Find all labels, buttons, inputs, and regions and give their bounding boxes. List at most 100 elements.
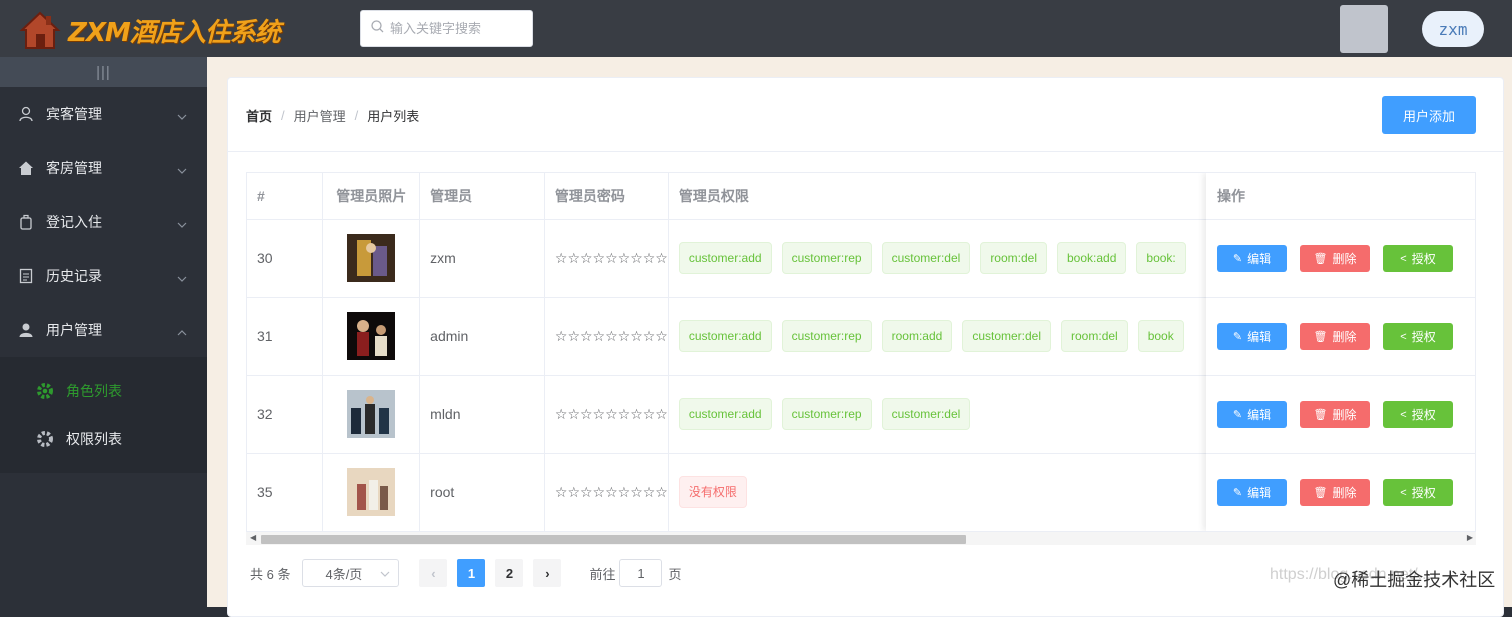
permission-tag: customer:del: [962, 320, 1052, 352]
delete-button[interactable]: 🗑 删除: [1300, 479, 1370, 506]
scroll-right-arrow-icon[interactable]: ▶: [1467, 533, 1473, 542]
ops-row: ✎ 编辑 🗑 删除 < 授权: [1206, 376, 1475, 454]
cell-photo: [322, 453, 421, 532]
trash-icon: 🗑: [1313, 487, 1328, 499]
user-table: # 管理员照片 管理员 管理员密码 管理员权限 30 zxm ☆☆☆☆☆☆☆☆☆…: [246, 172, 1476, 545]
admin-photo: [347, 234, 396, 282]
column-header-name: 管理员: [419, 173, 545, 220]
add-user-button[interactable]: 用户添加: [1382, 96, 1476, 134]
app-logo[interactable]: ZXM酒店入住系统: [18, 6, 281, 54]
delete-button[interactable]: 🗑 删除: [1300, 245, 1370, 272]
permission-tag: room:del: [980, 242, 1047, 274]
no-permission-tag: 没有权限: [678, 476, 747, 508]
permission-tag: customer:del: [881, 398, 971, 430]
share-icon: <: [1400, 330, 1407, 343]
breadcrumb-user-list: 用户列表: [367, 109, 420, 124]
delete-label: 删除: [1332, 408, 1357, 422]
sidebar-item-label: 用户管理: [46, 322, 102, 338]
sidebar-item-checkin[interactable]: 登记入住: [0, 195, 207, 249]
search-box[interactable]: [360, 10, 533, 47]
sidebar-item-label: 登记入住: [46, 214, 102, 230]
prev-page-button[interactable]: ‹: [419, 559, 448, 587]
permission-tag: customer:rep: [781, 398, 872, 430]
permission-tag: room:add: [881, 320, 953, 352]
admin-photo: [347, 468, 396, 516]
column-header-id: #: [247, 173, 324, 220]
admin-photo: [347, 312, 396, 360]
search-input[interactable]: [390, 21, 520, 36]
sidebar-item-label: 宾客管理: [46, 106, 102, 122]
permission-tag: customer:rep: [781, 242, 872, 274]
sidebar-item-user-management[interactable]: 用户管理: [0, 303, 207, 357]
grant-button[interactable]: < 授权: [1383, 245, 1453, 272]
horizontal-scrollbar[interactable]: ◀ ▶: [246, 531, 1476, 545]
breadcrumb-home[interactable]: 首页: [246, 106, 272, 125]
grant-button[interactable]: < 授权: [1383, 479, 1453, 506]
search-icon: [371, 19, 384, 38]
cell-password: ☆☆☆☆☆☆☆☆☆: [544, 219, 669, 298]
page-size-value: 4条/页: [325, 566, 363, 582]
page-button-1[interactable]: 1: [457, 559, 486, 587]
user-name-button[interactable]: zxm: [1422, 11, 1484, 47]
ops-row: ✎ 编辑 🗑 删除 < 授权: [1206, 220, 1475, 298]
sidebar-item-label: 客房管理: [46, 160, 102, 176]
grant-button[interactable]: < 授权: [1383, 401, 1453, 428]
page-size-select[interactable]: 4条/页: [302, 559, 400, 587]
cell-id: 35: [247, 453, 324, 532]
chevron-left-icon: ‹: [431, 565, 436, 581]
avatar[interactable]: [1340, 5, 1388, 53]
user-list-card: 首页 / 用户管理 / 用户列表 用户添加 # 管理员照片 管理员 管理员密码: [227, 77, 1504, 617]
column-header-photo: 管理员照片: [322, 173, 421, 220]
page-button-2[interactable]: 2: [495, 559, 524, 587]
sidebar-item-history[interactable]: 历史记录: [0, 249, 207, 303]
sidebar-item-guest[interactable]: 宾客管理: [0, 87, 207, 141]
house-logo-icon: [18, 8, 62, 52]
ops-row: ✎ 编辑 🗑 删除 < 授权: [1206, 454, 1475, 532]
delete-label: 删除: [1332, 330, 1357, 344]
column-header-ops: 操作: [1206, 173, 1475, 220]
delete-label: 删除: [1332, 252, 1357, 266]
share-icon: <: [1400, 486, 1407, 499]
edit-button[interactable]: ✎ 编辑: [1217, 323, 1287, 350]
sidebar-item-room[interactable]: 客房管理: [0, 141, 207, 195]
cell-password: ☆☆☆☆☆☆☆☆☆: [544, 297, 669, 376]
sidebar-subitem-permissions[interactable]: 权限列表: [0, 415, 207, 463]
home-icon: [18, 160, 34, 176]
grant-label: 授权: [1411, 408, 1436, 422]
cell-id: 31: [247, 297, 324, 376]
cell-name: root: [419, 453, 545, 532]
goto-page-input[interactable]: 1: [619, 559, 663, 587]
permission-tag: customer:rep: [781, 320, 872, 352]
sidebar-item-label: 历史记录: [46, 268, 102, 284]
trash-icon: 🗑: [1313, 253, 1328, 265]
sidebar-subitem-label: 权限列表: [66, 431, 122, 447]
edit-button[interactable]: ✎ 编辑: [1217, 245, 1287, 272]
edit-icon: ✎: [1232, 409, 1243, 421]
delete-button[interactable]: 🗑 删除: [1300, 401, 1370, 428]
collapse-toggle[interactable]: |||: [0, 57, 207, 87]
edit-button[interactable]: ✎ 编辑: [1217, 401, 1287, 428]
share-icon: <: [1400, 252, 1407, 265]
cell-name: admin: [419, 297, 545, 376]
user-management-submenu: 角色列表 权限列表: [0, 357, 207, 473]
scroll-left-arrow-icon[interactable]: ◀: [250, 533, 256, 542]
gear-icon: [36, 382, 54, 400]
breadcrumb-separator: /: [281, 108, 285, 123]
edit-icon: ✎: [1232, 331, 1243, 343]
grant-button[interactable]: < 授权: [1383, 323, 1453, 350]
breadcrumb: 首页 / 用户管理 / 用户列表: [246, 106, 419, 125]
scrollbar-thumb[interactable]: [261, 535, 966, 544]
chevron-up-icon: [177, 323, 187, 339]
permission-tag: book:: [1136, 242, 1186, 274]
next-page-button[interactable]: ›: [533, 559, 562, 587]
watermark-brand: @稀土掘金技术社区: [1333, 570, 1496, 590]
permission-tag: customer:add: [678, 320, 772, 352]
sidebar-subitem-roles[interactable]: 角色列表: [0, 367, 207, 415]
admin-photo: [347, 390, 396, 438]
edit-button[interactable]: ✎ 编辑: [1217, 479, 1287, 506]
delete-button[interactable]: 🗑 删除: [1300, 323, 1370, 350]
pagination-total: 共 6 条: [250, 566, 291, 582]
ops-row: ✎ 编辑 🗑 删除 < 授权: [1206, 298, 1475, 376]
cell-name: zxm: [419, 219, 545, 298]
cell-photo: [322, 219, 421, 298]
